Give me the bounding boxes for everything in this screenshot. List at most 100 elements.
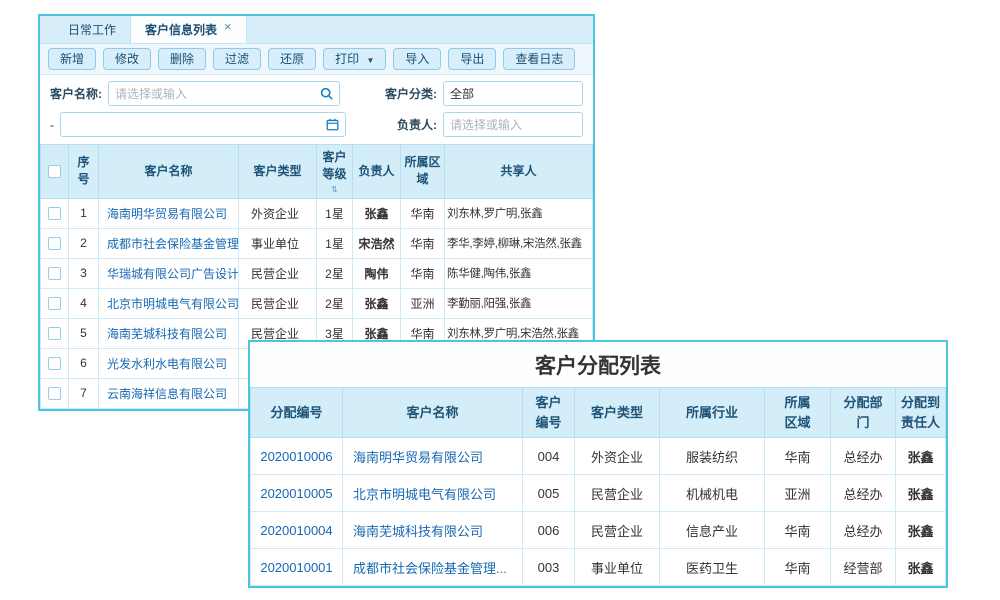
cell-assignee[interactable]: 张鑫 [896, 549, 946, 586]
column-header-assignee[interactable]: 分配到责任人 [896, 388, 946, 438]
column-header-region[interactable]: 所属区域 [765, 388, 831, 438]
column-header-type[interactable]: 客户类型 [575, 388, 660, 438]
table-row[interactable]: 2020010006 海南明华贸易有限公司 004 外资企业 服装纺织 华南 总… [251, 438, 946, 475]
customer-name-link[interactable]: 华瑞城有限公司广告设计部 [107, 267, 239, 281]
edit-button[interactable]: 修改 [103, 48, 151, 70]
tab-daily-work[interactable]: 日常工作 [54, 16, 130, 43]
allocation-number-link[interactable]: 2020010006 [260, 449, 332, 464]
row-checkbox[interactable] [48, 207, 61, 220]
column-header-owner[interactable]: 负责人 [353, 145, 401, 199]
customer-name-link[interactable]: 成都市社会保险基金管理... [353, 561, 507, 576]
customer-name-label: 客户名称: [50, 85, 102, 102]
print-button[interactable]: 打印 ▼ [323, 48, 386, 70]
table-row[interactable]: 2020010004 海南芜城科技有限公司 006 民营企业 信息产业 华南 总… [251, 512, 946, 549]
customer-name-link[interactable]: 海南明华贸易有限公司 [353, 450, 483, 465]
cell-owner[interactable]: 张鑫 [353, 288, 401, 318]
row-checkbox[interactable] [48, 297, 61, 310]
column-header-region[interactable]: 所属区域 [401, 145, 445, 199]
customer-name-link[interactable]: 北京市明城电气有限公司 [353, 487, 496, 502]
column-header-dept[interactable]: 分配部门 [831, 388, 896, 438]
allocation-number-link[interactable]: 2020010001 [260, 560, 332, 575]
cell-assignee[interactable]: 张鑫 [896, 475, 946, 512]
column-header-level-label: 客户等级 [322, 150, 346, 181]
customer-name-inputbox [108, 81, 340, 106]
column-header-shared[interactable]: 共享人 [445, 145, 593, 199]
row-checkbox[interactable] [48, 387, 61, 400]
cell-name: 海南芜城科技有限公司 [99, 318, 239, 348]
cell-owner[interactable]: 陶伟 [353, 258, 401, 288]
row-checkbox[interactable] [48, 267, 61, 280]
column-header-type[interactable]: 客户类型 [239, 145, 317, 199]
customer-name-link[interactable]: 海南芜城科技有限公司 [353, 524, 483, 539]
column-header-name[interactable]: 客户名称 [99, 145, 239, 199]
allocation-table-header-row: 分配编号 客户名称 客户编号 客户类型 所属行业 所属区域 分配部门 分配到责任… [251, 388, 946, 438]
cell-cust-no: 003 [523, 549, 575, 586]
customer-name-link[interactable]: 北京市明城电气有限公司 [107, 297, 239, 311]
row-checkbox[interactable] [48, 357, 61, 370]
owner-input[interactable] [444, 118, 582, 132]
cell-type: 民营企业 [575, 475, 660, 512]
date-input[interactable] [61, 118, 326, 132]
tab-customer-info-list[interactable]: 客户信息列表 × [130, 16, 247, 43]
cell-industry: 服装纺织 [660, 438, 765, 475]
calendar-icon[interactable] [326, 118, 339, 131]
filter-button[interactable]: 过滤 [213, 48, 261, 70]
cell-region: 华南 [765, 438, 831, 475]
table-row[interactable]: 4 北京市明城电气有限公司 民营企业 2星 张鑫 亚洲 李勤丽,阳强,张鑫 [41, 288, 593, 318]
table-row[interactable]: 2 成都市社会保险基金管理... 事业单位 1星 宋浩然 华南 李华,李婷,柳琳… [41, 228, 593, 258]
cell-checkbox [41, 258, 69, 288]
allocation-table: 分配编号 客户名称 客户编号 客户类型 所属行业 所属区域 分配部门 分配到责任… [250, 387, 946, 586]
row-checkbox[interactable] [48, 237, 61, 250]
customer-name-link[interactable]: 光发水利水电有限公司 [107, 357, 227, 371]
column-header-no[interactable]: 序号 [69, 145, 99, 199]
cell-no: 6 [69, 348, 99, 378]
sort-icon[interactable]: ⇅ [319, 186, 350, 194]
view-log-button[interactable]: 查看日志 [503, 48, 575, 70]
customer-name-link[interactable]: 海南芜城科技有限公司 [107, 327, 227, 341]
cell-assignee[interactable]: 张鑫 [896, 512, 946, 549]
cell-level: 2星 [317, 288, 353, 318]
customer-name-link[interactable]: 云南海祥信息有限公司 [107, 387, 227, 401]
cell-assignee[interactable]: 张鑫 [896, 438, 946, 475]
cell-name: 北京市明城电气有限公司 [343, 475, 523, 512]
table-row[interactable]: 2020010005 北京市明城电气有限公司 005 民营企业 机械机电 亚洲 … [251, 475, 946, 512]
column-header-cust-no[interactable]: 客户编号 [523, 388, 575, 438]
allocation-number-link[interactable]: 2020010005 [260, 486, 332, 501]
add-button[interactable]: 新增 [48, 48, 96, 70]
column-header-industry[interactable]: 所属行业 [660, 388, 765, 438]
import-button[interactable]: 导入 [393, 48, 441, 70]
table-row[interactable]: 3 华瑞城有限公司广告设计部 民营企业 2星 陶伟 华南 陈华健,陶伟,张鑫 [41, 258, 593, 288]
cell-level: 1星 [317, 198, 353, 228]
column-header-name[interactable]: 客户名称 [343, 388, 523, 438]
toolbar: 新增 修改 删除 过滤 还原 打印 ▼ 导入 导出 查看日志 [40, 44, 593, 75]
table-row[interactable]: 2020010001 成都市社会保险基金管理... 003 事业单位 医药卫生 … [251, 549, 946, 586]
tab-close-icon[interactable]: × [224, 19, 232, 34]
cell-shared: 刘东林,罗广明,张鑫 [445, 198, 593, 228]
row-checkbox[interactable] [48, 327, 61, 340]
customer-name-link[interactable]: 海南明华贸易有限公司 [107, 207, 227, 221]
restore-button[interactable]: 还原 [268, 48, 316, 70]
tab-customer-info-list-label: 客户信息列表 [145, 21, 217, 38]
delete-button[interactable]: 删除 [158, 48, 206, 70]
customer-name-link[interactable]: 成都市社会保险基金管理... [107, 237, 239, 251]
export-button[interactable]: 导出 [448, 48, 496, 70]
cell-cust-no: 005 [523, 475, 575, 512]
customer-name-input[interactable] [109, 87, 320, 101]
cell-no: 2 [69, 228, 99, 258]
cell-region: 华南 [401, 258, 445, 288]
allocation-number-link[interactable]: 2020010004 [260, 523, 332, 538]
cell-owner[interactable]: 宋浩然 [353, 228, 401, 258]
cell-shared: 陈华健,陶伟,张鑫 [445, 258, 593, 288]
select-all-checkbox[interactable] [48, 165, 61, 178]
customer-category-input[interactable] [444, 87, 582, 101]
cell-checkbox [41, 198, 69, 228]
cell-level: 1星 [317, 228, 353, 258]
owner-label: 负责人: [397, 116, 437, 133]
cell-owner[interactable]: 张鑫 [353, 198, 401, 228]
dropdown-caret-icon: ▼ [366, 56, 374, 65]
search-icon[interactable] [320, 87, 333, 100]
column-header-level[interactable]: 客户等级 ⇅ [317, 145, 353, 199]
table-row[interactable]: 1 海南明华贸易有限公司 外资企业 1星 张鑫 华南 刘东林,罗广明,张鑫 [41, 198, 593, 228]
cell-name: 成都市社会保险基金管理... [343, 549, 523, 586]
column-header-alloc-no[interactable]: 分配编号 [251, 388, 343, 438]
